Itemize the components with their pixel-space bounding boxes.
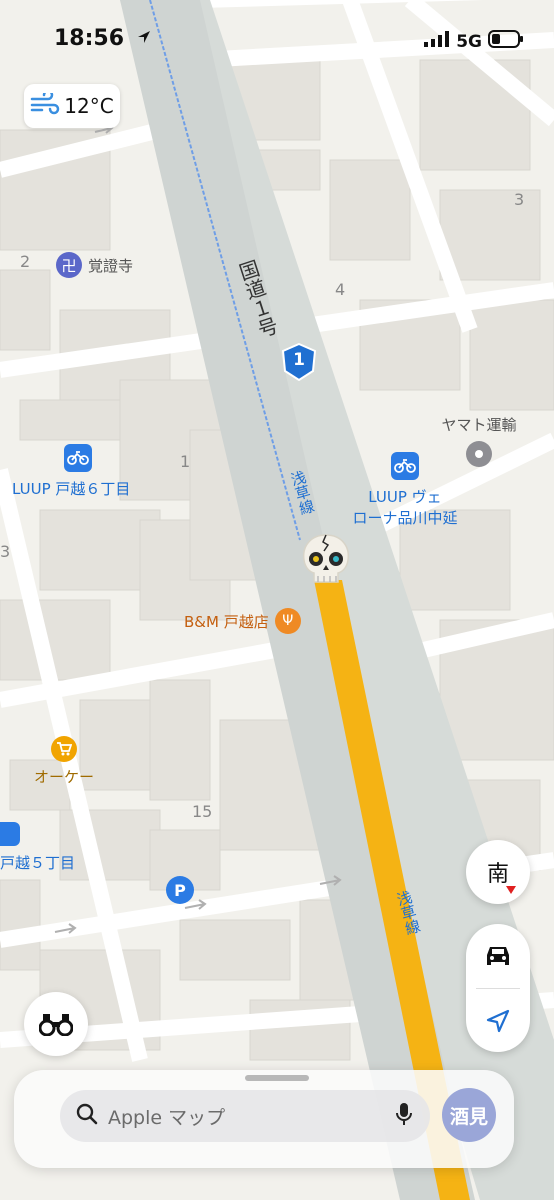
signal-icon [424,31,450,52]
luup-5-poi[interactable]: 戸越５丁目 [0,822,75,873]
okay-poi[interactable]: オーケー [34,736,94,787]
microphone-icon[interactable] [396,1102,412,1130]
search-placeholder: Apple マップ [108,1106,226,1129]
profile-avatar[interactable]: 酒見 [442,1088,496,1142]
compass-button[interactable]: 南 [466,840,530,904]
restaurant-poi[interactable]: B&M 戸越店 Ψ [184,608,301,634]
yamato-poi[interactable]: ヤマト運輸 [434,414,524,467]
map-controls [466,924,530,1052]
wind-icon [30,89,60,120]
block-number: 3 [0,542,11,561]
avatar-label: 酒見 [449,1105,488,1128]
block-number: 3 [514,190,525,209]
current-location-button[interactable] [466,989,530,1052]
parking-poi[interactable]: P [166,876,194,904]
temple-poi[interactable]: 卍 覚證寺 [56,252,133,278]
look-around-button[interactable] [24,992,88,1056]
search-icon [76,1103,98,1129]
skull-icon [302,534,350,583]
sheet-grabber[interactable] [245,1075,309,1081]
temperature: 12°C [64,94,114,118]
route-number: 1 [293,350,305,370]
block-number: 2 [20,252,31,271]
battery-icon [488,30,524,53]
location-arrow-icon [136,26,152,51]
binoculars-icon [39,1014,73,1036]
route-shield[interactable]: 1 [280,342,318,382]
weather-chip[interactable]: 12°C [24,84,120,128]
block-number: 4 [335,280,346,299]
block-number: 1 [180,452,191,471]
shopping-cart-icon [51,736,77,762]
car-icon [487,947,509,965]
bicycle-icon [0,822,20,846]
bicycle-icon [391,452,419,480]
location-dot-icon [466,441,492,467]
driving-mode-button[interactable] [466,924,530,988]
location-arrow-icon [486,1009,510,1032]
user-location-marker[interactable] [296,530,356,590]
compass-label: 南 [486,862,509,887]
block-number: 15 [192,802,213,821]
bicycle-icon [64,444,92,472]
search-field[interactable]: Apple マップ [60,1090,430,1142]
fork-knife-icon: Ψ [274,608,301,634]
network-label: 5G [456,31,482,52]
status-indicators: 5G [424,30,524,53]
temple-icon: 卍 [56,252,82,278]
parking-icon: P [174,880,186,900]
luup-poi[interactable]: LUUP 戸越６丁目 [12,444,130,499]
compass-needle-icon [506,886,516,894]
status-time: 18:56 [54,26,152,51]
